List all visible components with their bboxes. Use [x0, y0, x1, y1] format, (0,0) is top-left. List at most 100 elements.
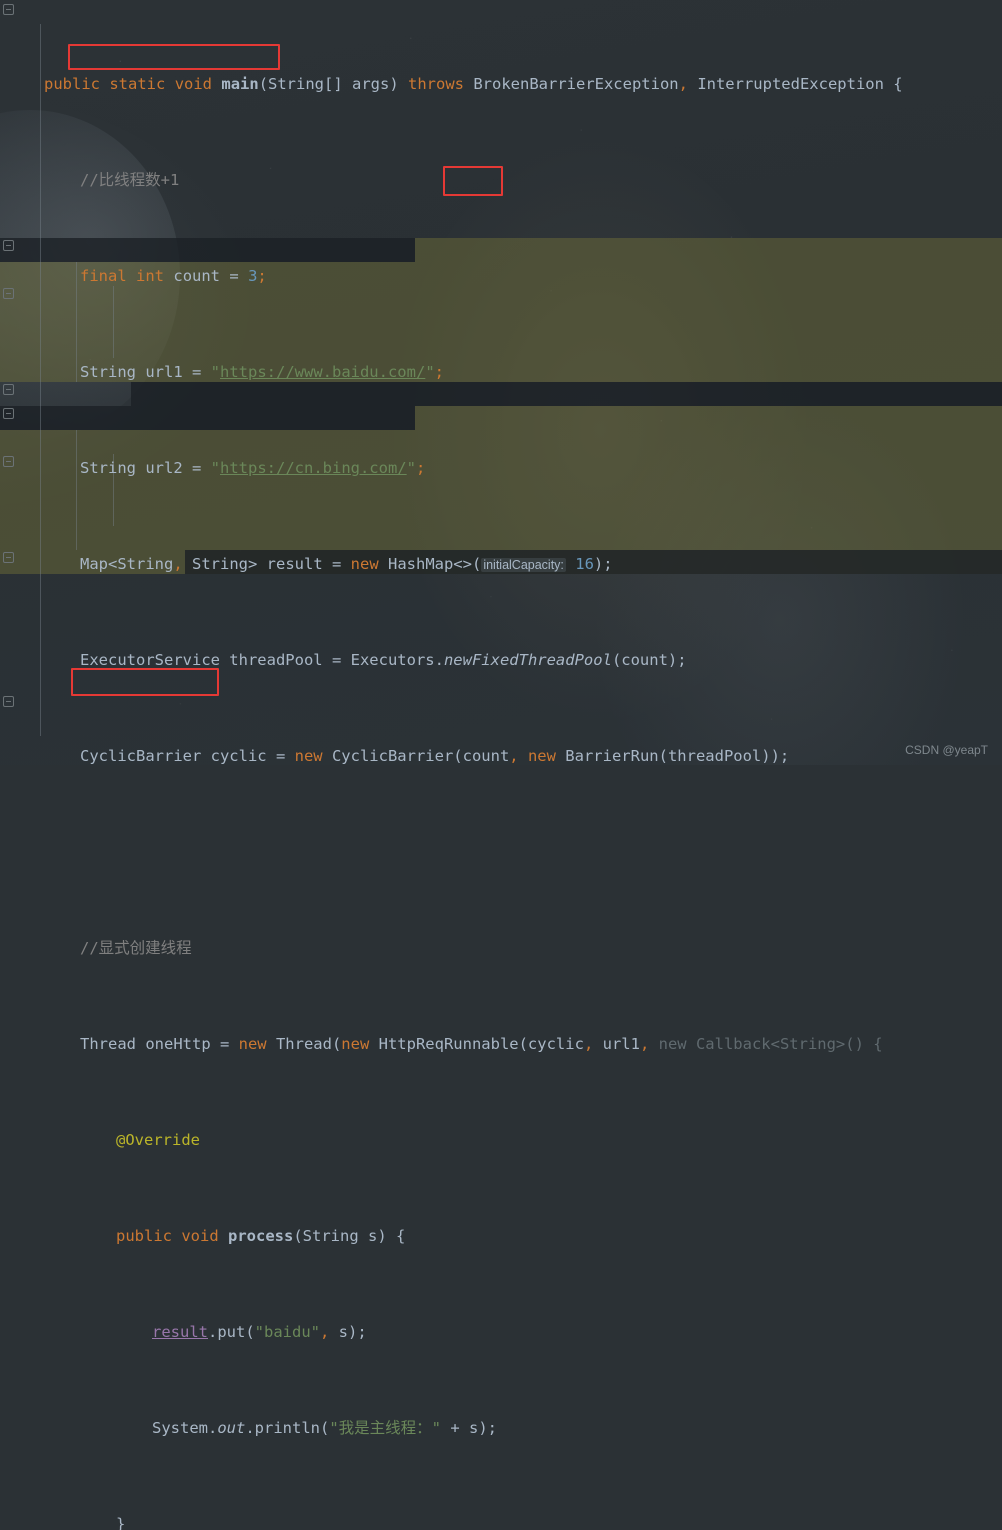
code-line: System.out.println("我是主线程：" + s);	[0, 1416, 1002, 1440]
token-class-cyclicbarrier: CyclicBarrier(count	[322, 747, 510, 765]
token-exception-2: InterruptedException {	[687, 75, 903, 93]
token-executor-decl: ExecutorService threadPool = Executors.	[80, 651, 444, 669]
token-field-result: result	[152, 1323, 208, 1341]
token-map-type: Map<String	[80, 555, 174, 573]
code-editor-screenshot: public static void main(String[] args) t…	[0, 0, 1002, 1530]
token-call-put: .put(	[208, 1323, 255, 1341]
token-arg-s: s);	[469, 1419, 497, 1437]
token-map-rest: String> result =	[182, 555, 351, 573]
token-keyword-new: new	[238, 1035, 267, 1053]
token-keyword-final: final	[80, 267, 127, 285]
token-keyword-public: public	[116, 1227, 172, 1245]
token-params: (String[] args)	[258, 75, 408, 93]
token-arg-url1: url1	[593, 1035, 640, 1053]
token-exception: BrokenBarrierException	[464, 75, 679, 93]
token-quote: "	[210, 459, 220, 477]
code-line: //比线程数+1	[0, 168, 1002, 192]
code-line: String url2 = "https://cn.bing.com/";	[0, 456, 1002, 480]
code-line: Map<String, String> result = new HashMap…	[0, 552, 1002, 576]
code-line: result.put("baidu", s);	[0, 1320, 1002, 1344]
token-class-thread: Thread(	[266, 1035, 342, 1053]
token-semicolon: ;	[257, 267, 267, 285]
token-params: (String s) {	[293, 1227, 406, 1245]
token-annotation-override: @Override	[116, 1131, 200, 1149]
token-number-16: 16	[575, 555, 594, 573]
code-line: Thread oneHttp = new Thread(new HttpReqR…	[0, 1032, 1002, 1056]
token-keyword: public	[44, 75, 100, 93]
code-content[interactable]: public static void main(String[] args) t…	[0, 0, 1002, 1530]
token-keyword-new: new	[527, 747, 556, 765]
token-comma: ,	[639, 1035, 650, 1053]
token-class-barrierrun: BarrierRun(threadPool));	[555, 747, 790, 765]
token-string-cn-main-thread: "我是主线程："	[329, 1419, 441, 1437]
code-line: ExecutorService threadPool = Executors.n…	[0, 648, 1002, 672]
token-url-baidu[interactable]: https://www.baidu.com/	[220, 363, 425, 381]
code-line: final int count = 3;	[0, 264, 1002, 288]
token-cyclic-decl: CyclicBarrier cyclic =	[80, 747, 295, 765]
token-thread-one-decl: Thread oneHttp =	[80, 1035, 239, 1053]
code-line: public void process(String s) {	[0, 1224, 1002, 1248]
token-keyword-new: new	[294, 747, 323, 765]
parameter-hint-initialcapacity: initialCapacity:	[481, 558, 566, 572]
token-declaration: String url1 =	[80, 363, 211, 381]
token-comma: ,	[509, 747, 519, 765]
token-comment: //显式创建线程	[80, 939, 192, 957]
token-comma: ,	[173, 555, 183, 573]
token-comma: ,	[583, 1035, 594, 1053]
token-variable-count: count	[173, 267, 221, 285]
token-system: System.	[152, 1419, 218, 1437]
token-brace-close: }	[116, 1515, 126, 1530]
token-args: (count);	[611, 651, 687, 669]
token-number: 3	[248, 267, 258, 285]
code-line: @Override	[0, 1128, 1002, 1152]
token-keyword: void	[174, 75, 213, 93]
token-method-name: main	[221, 75, 259, 93]
token-comma: ,	[320, 1323, 330, 1341]
watermark-text: CSDN @yeapT	[905, 743, 988, 757]
token-declaration: String url2 =	[80, 459, 211, 477]
token-keyword-new-dim: new	[649, 1035, 687, 1053]
token-class-httpreqrunnable: HttpReqRunnable(cyclic	[369, 1035, 584, 1053]
token-semicolon: ;	[415, 459, 426, 477]
token-arg-s: s);	[329, 1323, 367, 1341]
token-keyword-new: new	[341, 1035, 370, 1053]
token-keyword: static	[109, 75, 166, 93]
token-method-newfixedthreadpool: newFixedThreadPool	[443, 651, 612, 669]
code-line: public static void main(String[] args) t…	[0, 72, 1002, 96]
token-keyword-int: int	[136, 267, 165, 285]
code-line: String url1 = "https://www.baidu.com/";	[0, 360, 1002, 384]
token-keyword-throws: throws	[408, 75, 464, 93]
token-class-hashmap: HashMap<>(	[378, 555, 482, 573]
token-comment: //比线程数+1	[80, 171, 180, 189]
token-keyword-void: void	[181, 1227, 219, 1245]
token-field-out: out	[217, 1419, 246, 1437]
token-operator: =	[229, 267, 239, 285]
token-plus: +	[441, 1419, 469, 1437]
token-keyword-new: new	[350, 555, 379, 573]
code-line: CyclicBarrier cyclic = new CyclicBarrier…	[0, 744, 1002, 768]
token-class-callback: Callback<String>() {	[686, 1035, 883, 1053]
token-quote: "	[406, 459, 416, 477]
token-method-process: process	[228, 1227, 294, 1245]
token-call-println: .println(	[245, 1419, 330, 1437]
token-quote: "	[210, 363, 220, 381]
token-closing: );	[593, 555, 613, 573]
token-string-baidu: "baidu"	[254, 1323, 320, 1341]
code-line: //显式创建线程	[0, 936, 1002, 960]
token-semicolon: ;	[434, 363, 444, 381]
token-quote: "	[425, 363, 435, 381]
token-comma: ,	[678, 75, 688, 93]
token-url-bing[interactable]: https://cn.bing.com/	[220, 459, 407, 477]
